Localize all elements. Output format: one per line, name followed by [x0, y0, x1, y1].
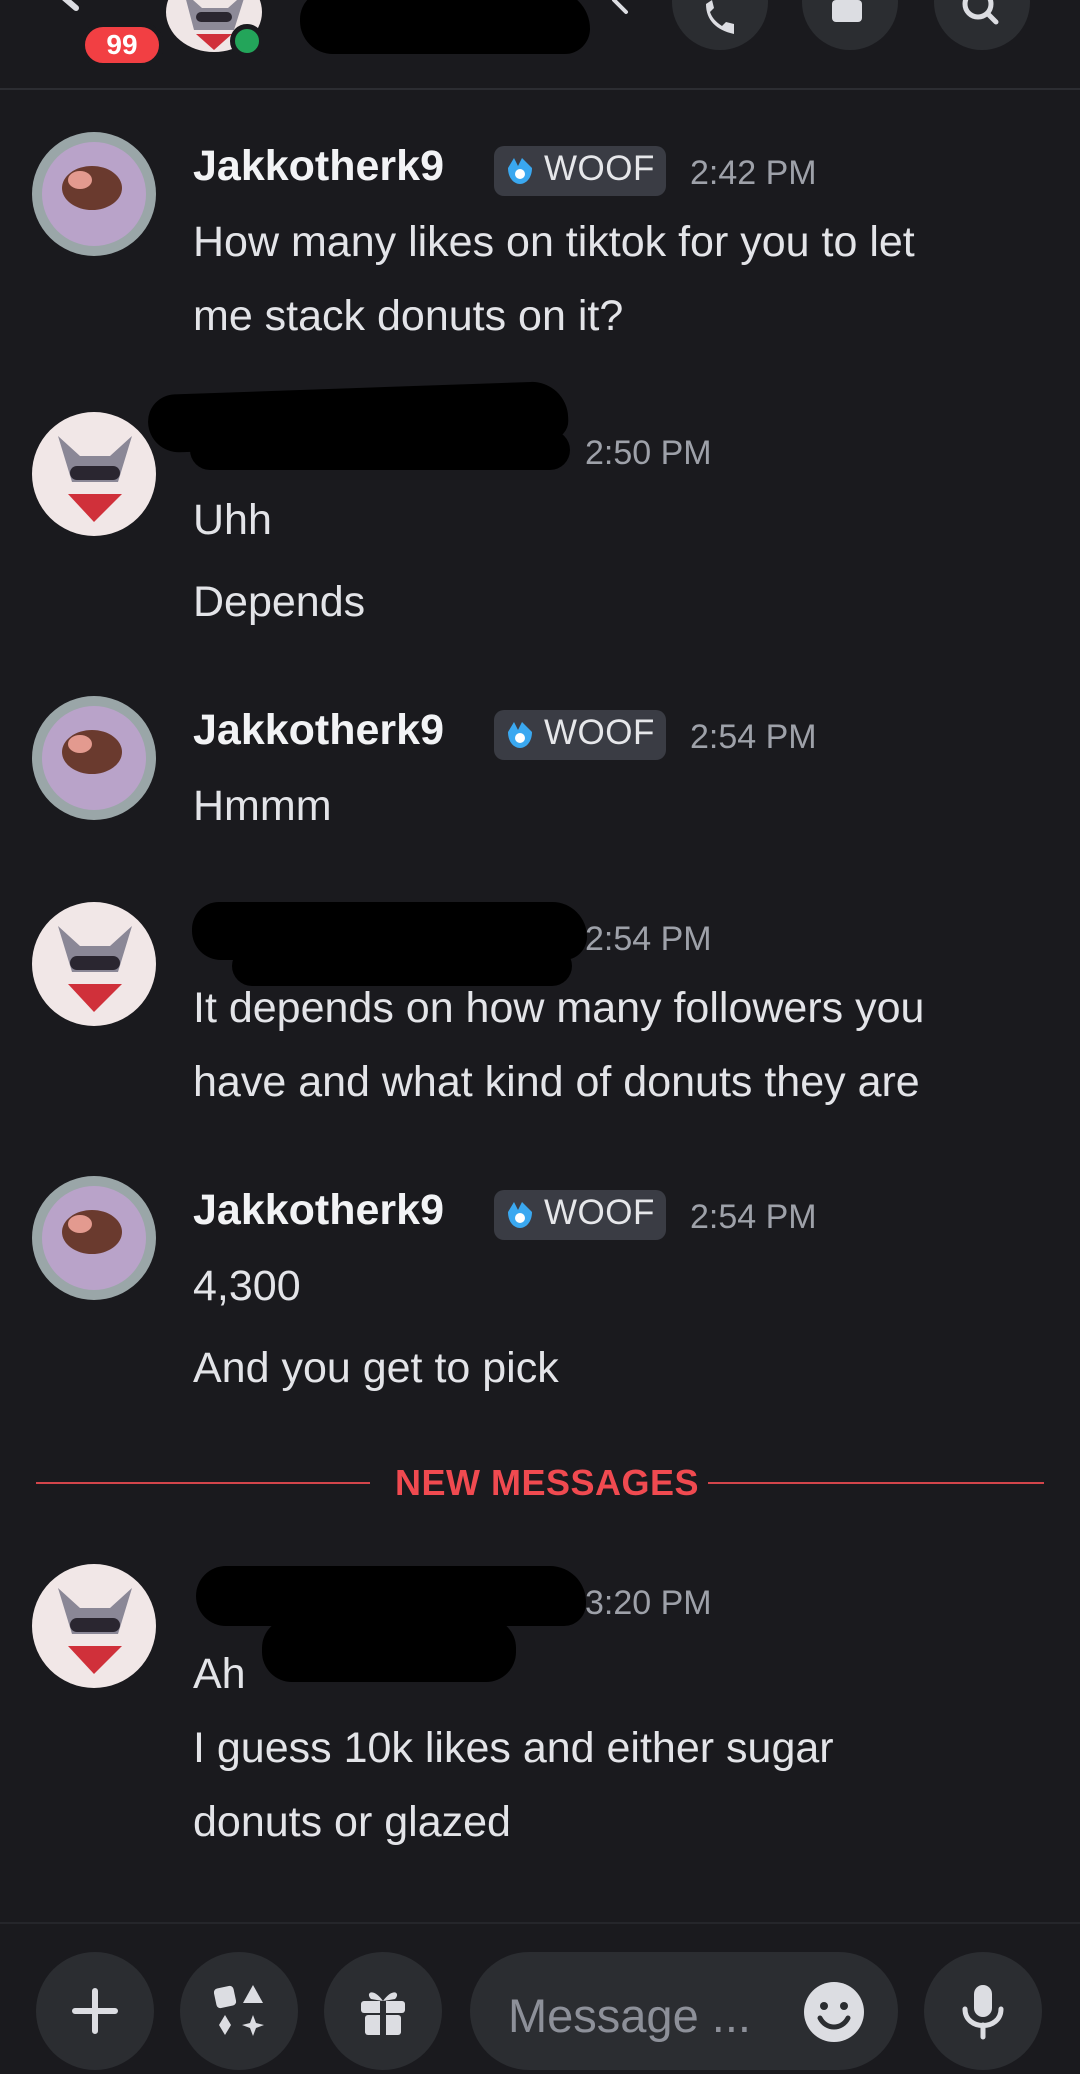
message-author[interactable]: Jakkotherk9	[193, 1186, 444, 1235]
plus-icon	[72, 1988, 118, 2034]
message-text: I guess 10k likes and either sugar	[193, 1724, 834, 1772]
redaction-mark	[196, 1566, 586, 1626]
message-input-placeholder: Message ...	[508, 1989, 751, 2042]
search-button[interactable]	[934, 0, 1030, 50]
emoji-icon[interactable]	[802, 1980, 866, 2044]
apps-button[interactable]	[180, 1952, 298, 2070]
member-tag-label: WOOF	[544, 149, 655, 188]
message-text: And you get to pick	[193, 1344, 559, 1392]
verified-tag-icon	[508, 158, 532, 184]
message-text: How many likes on tiktok for you to let	[193, 218, 915, 266]
message-text: have and what kind of donuts they are	[193, 1058, 920, 1106]
message-text: Depends	[193, 578, 366, 626]
member-tag-label: WOOF	[544, 1193, 655, 1232]
message-text: Ah	[193, 1650, 246, 1698]
new-messages-divider-line	[36, 1482, 370, 1484]
video-icon	[832, 0, 862, 22]
message-timestamp: 2:50 PM	[585, 434, 712, 472]
message-timestamp: 2:54 PM	[690, 718, 817, 756]
message-input[interactable]: Message ...	[470, 1952, 898, 2070]
video-call-button[interactable]	[802, 0, 898, 50]
chat-header: 99	[0, 0, 1080, 90]
member-tag[interactable]: WOOF	[494, 146, 666, 196]
avatar[interactable]	[32, 1176, 156, 1300]
member-tag-label: WOOF	[544, 713, 655, 752]
message-author[interactable]: Jakkotherk9	[193, 706, 444, 755]
message-text: Uhh	[193, 496, 272, 544]
message-text: 4,300	[193, 1262, 301, 1310]
redaction-mark	[190, 430, 570, 470]
new-messages-divider: NEW MESSAGES	[395, 1462, 700, 1503]
message-timestamp: 2:42 PM	[690, 154, 817, 192]
redaction-mark	[232, 946, 572, 986]
avatar[interactable]	[32, 412, 156, 536]
message-timestamp: 2:54 PM	[585, 920, 712, 958]
phone-icon	[706, 0, 734, 34]
search-icon	[962, 0, 999, 25]
new-messages-divider-line	[708, 1482, 1044, 1484]
verified-tag-icon	[508, 722, 532, 748]
chevron-right-icon[interactable]	[606, 0, 636, 28]
channel-name[interactable]	[300, 0, 590, 54]
redaction-mark	[262, 1618, 516, 1682]
message-timestamp: 2:54 PM	[690, 1198, 817, 1236]
voice-message-button[interactable]	[924, 1952, 1042, 2070]
avatar[interactable]	[32, 696, 156, 820]
gift-icon	[361, 1992, 405, 2035]
member-tag[interactable]: WOOF	[494, 710, 666, 760]
apps-icon	[213, 1985, 264, 2036]
gift-button[interactable]	[324, 1952, 442, 2070]
message-timestamp: 3:20 PM	[585, 1584, 712, 1622]
avatar[interactable]	[32, 1564, 156, 1688]
member-tag[interactable]: WOOF	[494, 1190, 666, 1240]
online-status-indicator	[230, 24, 264, 58]
verified-tag-icon	[508, 1202, 532, 1228]
message-author[interactable]: Jakkotherk9	[193, 142, 444, 191]
message-text: Hmmm	[193, 782, 332, 830]
unread-count-badge[interactable]: 99	[80, 22, 164, 68]
avatar[interactable]	[32, 132, 156, 256]
message-text: donuts or glazed	[193, 1798, 511, 1846]
voice-call-button[interactable]	[672, 0, 768, 50]
message-text: me stack donuts on it?	[193, 292, 624, 340]
avatar[interactable]	[32, 902, 156, 1026]
attach-button[interactable]	[36, 1952, 154, 2070]
message-text: It depends on how many followers you	[193, 984, 925, 1032]
microphone-icon	[962, 1985, 1004, 2040]
